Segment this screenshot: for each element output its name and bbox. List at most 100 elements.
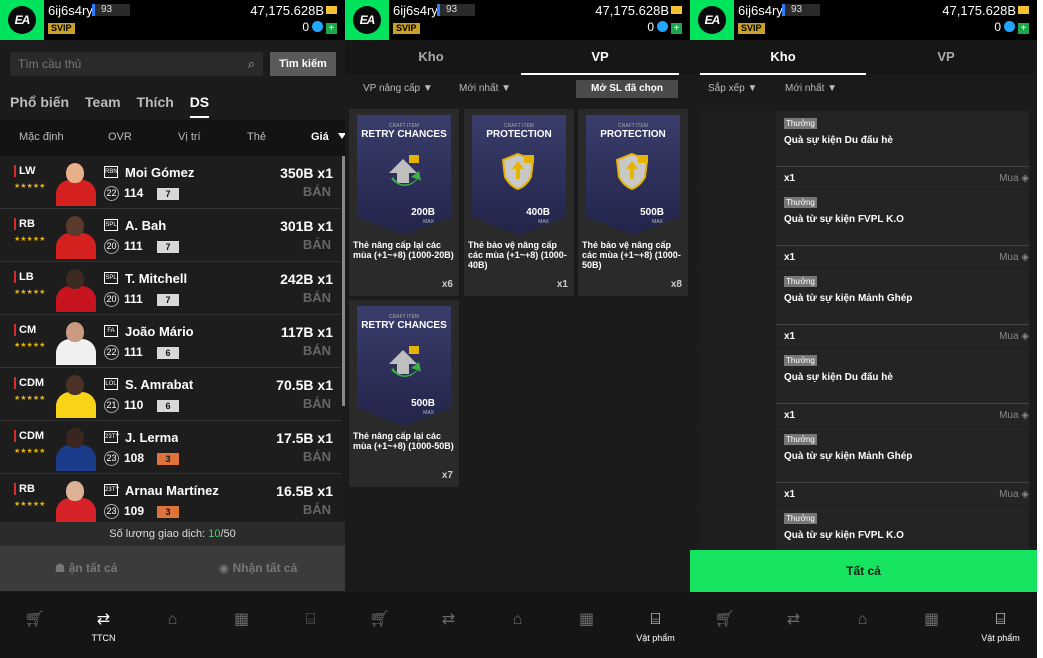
player-row[interactable]: CDM ★★★★★ LOL S. Amrabat 21 110 6 70.5B x1 BÁN <box>0 368 341 421</box>
reward-row[interactable]: Thưởng Quà từ sự kiện FVPL K.O x1 Mua ◈ <box>690 190 1037 268</box>
nav-squad[interactable]: ▦ <box>207 592 276 658</box>
item-card[interactable]: CRAFT ITEM RETRY CHANCES 200B MAX Thẻ nâng c… <box>349 109 459 296</box>
open-selected-button[interactable]: Mở SL đã chọn <box>576 80 678 98</box>
player-avatar <box>56 321 96 365</box>
hide-all-button[interactable]: ☗ ận tất cả <box>0 546 172 591</box>
search-icon: ⌕ <box>247 56 255 71</box>
reward-quantity: x1 <box>784 173 796 184</box>
sell-button[interactable]: BÁN <box>303 396 331 411</box>
sell-button[interactable]: BÁN <box>303 502 331 517</box>
vip-badge: SVIP <box>738 23 765 34</box>
buy-button[interactable]: Mua ◈ <box>999 173 1029 184</box>
reward-title: Quà sự kiện Du đấu hè <box>784 135 893 146</box>
club-badge: 23TY <box>104 431 119 443</box>
nav-shop[interactable]: 🛒︎ <box>345 592 414 658</box>
sell-button[interactable]: BÁN <box>303 184 331 199</box>
sort-price[interactable]: Giá <box>311 131 329 143</box>
position-label: LW <box>14 165 36 177</box>
nav-items[interactable]: ⌸ Vật phẩm <box>966 592 1035 658</box>
item-card[interactable]: CRAFT ITEM RETRY CHANCES 500B MAX Thẻ nâng c… <box>349 300 459 487</box>
sell-button[interactable]: BÁN <box>303 449 331 464</box>
buy-button[interactable]: Mua ◈ <box>999 252 1029 263</box>
player-row[interactable]: CDM ★★★★★ 23TY J. Lerma 23 108 3 17.5B x1 BÁN <box>0 421 341 474</box>
receive-all-button[interactable]: ◉ Nhận tất cả <box>172 546 344 591</box>
tab-vp[interactable]: VP <box>521 40 679 75</box>
player-row[interactable]: LW ★★★★★ RBN Moi Gómez 22 114 7 350B x1 BÁN <box>0 156 341 209</box>
reward-row[interactable]: Thưởng Quà từ sự kiện Mảnh Ghép x1 Mua ◈ <box>690 269 1037 347</box>
player-price: 350B x1 <box>280 165 333 181</box>
reward-row[interactable]: Thưởng Quà sự kiện Du đấu hè x1 Mua ◈ <box>690 111 1037 189</box>
all-button[interactable]: Tất cả <box>690 550 1037 592</box>
sort-default[interactable]: Mặc định <box>19 131 64 143</box>
buy-button[interactable]: Mua ◈ <box>999 331 1029 342</box>
nav-shop[interactable]: 🛒︎ <box>0 592 69 658</box>
rating-stars: ★★★★★ <box>14 236 46 243</box>
coin-balance: 47,175.628B <box>595 3 682 18</box>
diamond-icon: ◈ <box>1021 173 1029 184</box>
item-card[interactable]: CRAFT ITEM PROTECTION 500B MAX Thẻ bảo vệ nâ… <box>578 109 688 296</box>
filter-type[interactable]: VP nâng cấp ▼ <box>363 83 433 94</box>
tab-vp[interactable]: VP <box>866 40 1026 74</box>
tab-favorite[interactable]: Thích <box>136 94 173 110</box>
position-label: LB <box>14 271 34 283</box>
nav-transfer[interactable]: ⇄ <box>759 592 828 658</box>
sort-position[interactable]: Vị trí <box>178 131 201 143</box>
add-button[interactable]: + <box>326 23 337 34</box>
items-icon: ⌸ <box>650 611 661 628</box>
upgrade-badge: 7 <box>157 188 179 200</box>
player-row[interactable]: LB ★★★★★ SPL T. Mitchell 20 111 7 242B x1 BÁN <box>0 262 341 315</box>
nav-shop[interactable]: 🛒︎ <box>690 592 759 658</box>
sell-button[interactable]: BÁN <box>303 343 331 358</box>
nav-squad[interactable]: ▦ <box>897 592 966 658</box>
nav-items[interactable]: ⌸ Vật phẩm <box>621 592 690 658</box>
player-row[interactable]: RB ★★★★★ SPL A. Bah 20 111 7 301B x1 BÁN <box>0 209 341 262</box>
item-name: Thẻ nâng cấp lại các mùa (+1~+8) (1000-5… <box>353 431 454 451</box>
item-card-image: CRAFT ITEM PROTECTION 400B MAX <box>472 115 566 235</box>
tab-storage[interactable]: Kho <box>345 40 517 74</box>
filter-newest[interactable]: Mới nhất ▼ <box>785 83 837 94</box>
reward-tag: Thưởng <box>784 513 817 524</box>
search-button[interactable]: Tìm kiếm <box>270 52 336 76</box>
sort-ovr[interactable]: OVR <box>108 131 132 143</box>
item-card[interactable]: CRAFT ITEM PROTECTION 400B MAX Thẻ bảo vệ nâ… <box>464 109 574 296</box>
sell-button[interactable]: BÁN <box>303 237 331 252</box>
reward-row[interactable]: Thưởng Quà sự kiện Du đấu hè x1 Mua ◈ <box>690 348 1037 426</box>
reward-info: Thưởng Quà sự kiện Du đấu hè x1 Mua ◈ <box>776 348 1029 426</box>
reward-row[interactable]: Thưởng Quà từ sự kiện Mảnh Ghép x1 Mua ◈ <box>690 427 1037 505</box>
header: EA 6ij6s4ry 93 SVIP 47,175.628B 0 + <box>690 0 1037 40</box>
buy-button[interactable]: Mua ◈ <box>999 489 1029 500</box>
ea-logo[interactable]: EA <box>0 0 44 40</box>
reward-info: Thưởng Quà từ sự kiện Mảnh Ghép x1 Mua ◈ <box>776 427 1029 505</box>
player-avatar <box>56 268 96 312</box>
ea-logo[interactable]: EA <box>690 0 734 40</box>
tab-popular[interactable]: Phổ biến <box>10 94 69 110</box>
tab-team[interactable]: Team <box>85 94 121 110</box>
tab-storage[interactable]: Kho <box>700 40 866 75</box>
filter-newest[interactable]: Mới nhất ▼ <box>459 83 511 94</box>
player-row[interactable]: RB ★★★★★ 23TY Arnau Martínez 23 109 3 16.5B x1 B… <box>0 474 341 527</box>
reward-quantity: x1 <box>784 252 796 263</box>
sell-button[interactable]: BÁN <box>303 290 331 305</box>
player-ovr: 110 <box>124 398 144 412</box>
filter-sort[interactable]: Sắp xếp ▼ <box>708 83 757 94</box>
nav-transfer[interactable]: ⇄ TTCN <box>69 592 138 658</box>
nav-home[interactable]: ⌂ <box>138 592 207 658</box>
bottom-nav: 🛒︎ ⇄ ⌂ ▦ ⌸ Vật phẩm <box>690 592 1037 658</box>
nav-items[interactable]: ⌸ <box>276 592 345 658</box>
player-row[interactable]: CM ★★★★★ FA João Mário 22 111 6 117B x1 BÁN <box>0 315 341 368</box>
buy-button[interactable]: Mua ◈ <box>999 410 1029 421</box>
add-button[interactable]: + <box>671 23 682 34</box>
ea-logo[interactable]: EA <box>345 0 389 40</box>
nav-transfer[interactable]: ⇄ <box>414 592 483 658</box>
add-button[interactable]: + <box>1018 23 1029 34</box>
nav-home[interactable]: ⌂ <box>828 592 897 658</box>
player-name: Moi Gómez <box>125 165 195 180</box>
divider <box>776 482 1029 483</box>
nav-squad[interactable]: ▦ <box>552 592 621 658</box>
tab-list[interactable]: DS <box>189 94 210 118</box>
sort-card[interactable]: Thẻ <box>247 131 266 143</box>
club-badge: 23TY <box>104 484 119 496</box>
nav-home[interactable]: ⌂ <box>483 592 552 658</box>
player-name: J. Lerma <box>125 430 179 445</box>
search-input[interactable]: Tìm cầu thủ ⌕ <box>10 52 263 76</box>
